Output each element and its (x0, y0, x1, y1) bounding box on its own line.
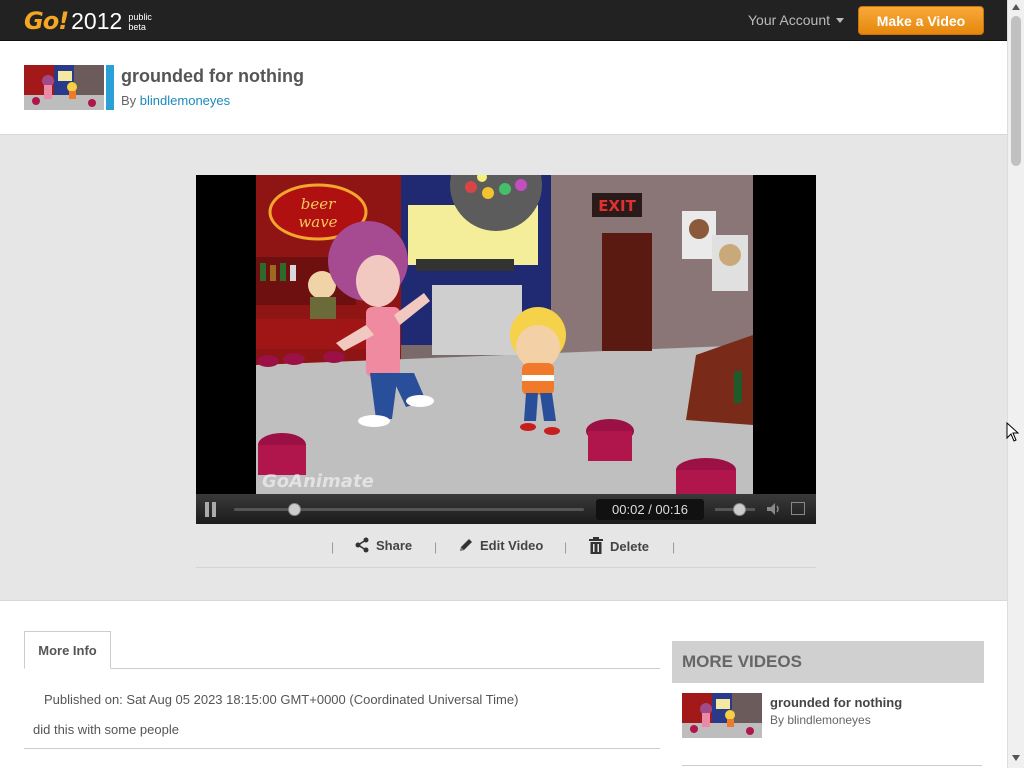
more-videos-divider (682, 765, 982, 766)
svg-text:EXIT: EXIT (598, 197, 636, 215)
video-thumbnail[interactable] (24, 65, 104, 110)
caret-down-icon (836, 17, 844, 23)
edit-video-button[interactable]: Edit Video (458, 537, 543, 553)
your-account-menu[interactable]: Your Account (748, 12, 844, 28)
player-controls: 00:02 / 00:16 (196, 494, 816, 524)
share-icon (355, 537, 369, 553)
video-player[interactable]: beer wave EXIT GoAnimate 00:02 / 00:16 (196, 175, 816, 524)
video-description: did this with some people (33, 722, 179, 737)
page-scrollbar[interactable] (1007, 0, 1024, 768)
logo-beta-tag: public beta (128, 12, 152, 32)
published-date: Published on: Sat Aug 05 2023 18:15:00 G… (44, 692, 519, 707)
more-videos-heading: MORE VIDEOS (672, 641, 984, 683)
time-display: 00:02 / 00:16 (596, 499, 704, 520)
video-action-bar: | Share | Edit Video | Delete | (196, 530, 816, 568)
seek-bar[interactable] (234, 503, 584, 516)
volume-knob[interactable] (733, 503, 746, 516)
svg-text:wave: wave (298, 213, 337, 231)
top-navigation-bar: Go! 2012 public beta Your Account Make a… (0, 0, 1007, 41)
video-author-line: By blindlemoneyes (121, 93, 230, 108)
seek-knob[interactable] (287, 503, 301, 516)
logo-year: 2012 (71, 8, 123, 34)
author-link[interactable]: blindlemoneyes (140, 93, 230, 108)
divider: | (331, 540, 335, 554)
tab-divider (24, 668, 660, 669)
time-current: 00:02 (612, 502, 645, 517)
volume-slider[interactable] (715, 503, 755, 516)
goanimate-logo[interactable]: Go! 2012 public beta (24, 7, 158, 35)
scroll-thumb[interactable] (1011, 16, 1021, 166)
pause-icon[interactable] (204, 502, 218, 517)
more-video-thumbnail[interactable] (682, 693, 762, 738)
video-header: grounded for nothing By blindlemoneyes (0, 41, 1007, 135)
speaker-icon[interactable] (766, 502, 782, 516)
time-total: 00:16 (655, 502, 688, 517)
divider: | (434, 540, 438, 554)
trash-icon (589, 537, 603, 554)
mouse-cursor-icon (1006, 421, 1020, 447)
more-video-author: By blindlemoneyes (770, 713, 871, 727)
delete-label: Delete (610, 538, 650, 554)
logo-go-text: Go! (24, 7, 69, 35)
divider: | (564, 540, 568, 554)
fullscreen-icon[interactable] (791, 502, 805, 515)
share-button[interactable]: Share (354, 537, 412, 553)
by-prefix: By (121, 93, 137, 108)
video-title: grounded for nothing (121, 66, 304, 86)
tab-more-info[interactable]: More Info (24, 631, 111, 669)
delete-button[interactable]: Delete (588, 537, 649, 555)
goanimate-watermark: GoAnimate (262, 471, 374, 492)
pencil-icon (460, 539, 472, 551)
description-divider (24, 748, 660, 749)
thumbnail-accent-bar (106, 65, 114, 110)
svg-text:beer: beer (301, 195, 336, 213)
more-video-title[interactable]: grounded for nothing (770, 695, 902, 710)
your-account-label: Your Account (748, 12, 830, 28)
make-a-video-button[interactable]: Make a Video (858, 6, 984, 35)
more-videos-item[interactable]: grounded for nothing By blindlemoneyes (682, 693, 982, 739)
video-frame[interactable]: beer wave EXIT GoAnimate (256, 175, 753, 495)
scroll-down-arrow-icon[interactable] (1012, 755, 1020, 761)
details-section: More Info Published on: Sat Aug 05 2023 … (0, 600, 1007, 768)
time-separator: / (644, 502, 656, 517)
edit-video-label: Edit Video (480, 537, 544, 553)
scroll-up-arrow-icon[interactable] (1012, 4, 1020, 10)
divider: | (672, 540, 676, 554)
share-label: Share (376, 537, 413, 553)
